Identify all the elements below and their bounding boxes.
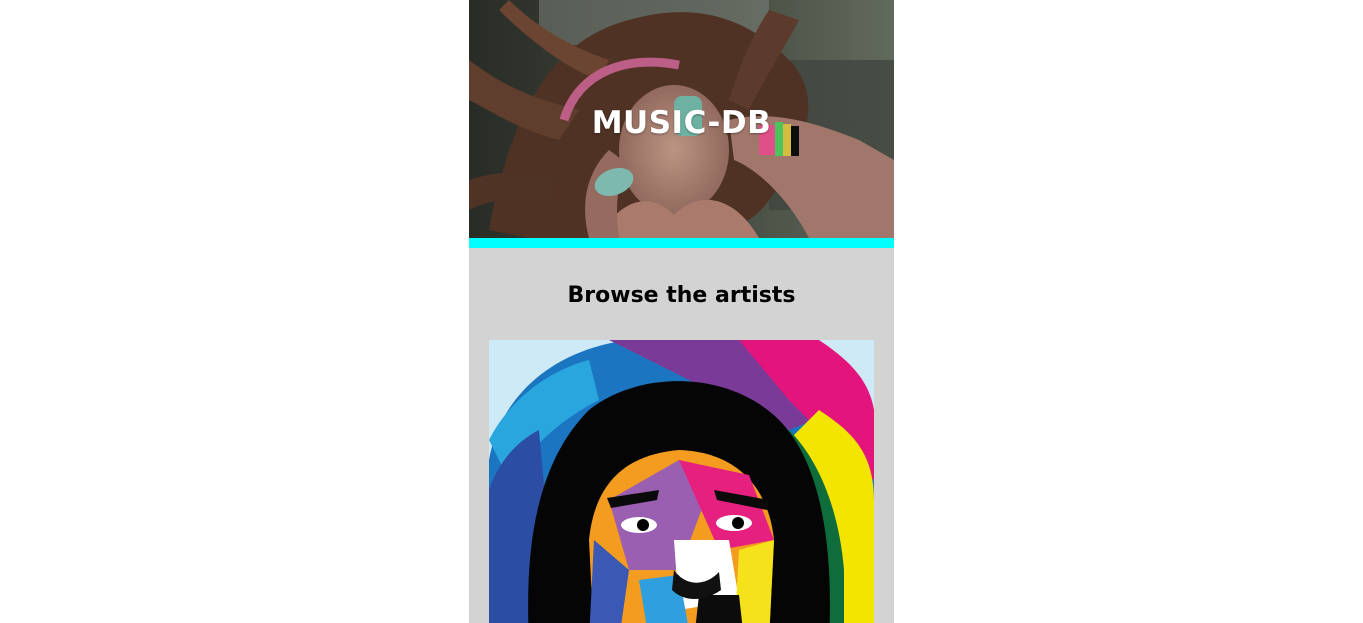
header-accent-bar: [469, 238, 894, 248]
section-title: Browse the artists: [567, 283, 796, 308]
artist-portrait-image: [489, 340, 874, 623]
site-title: MUSIC-DB: [591, 105, 772, 141]
page-container: MUSIC-DB Browse the artists: [469, 0, 894, 623]
main-content: Browse the artists: [469, 248, 894, 623]
hero-header: MUSIC-DB: [469, 0, 894, 238]
artist-card[interactable]: [489, 340, 874, 623]
